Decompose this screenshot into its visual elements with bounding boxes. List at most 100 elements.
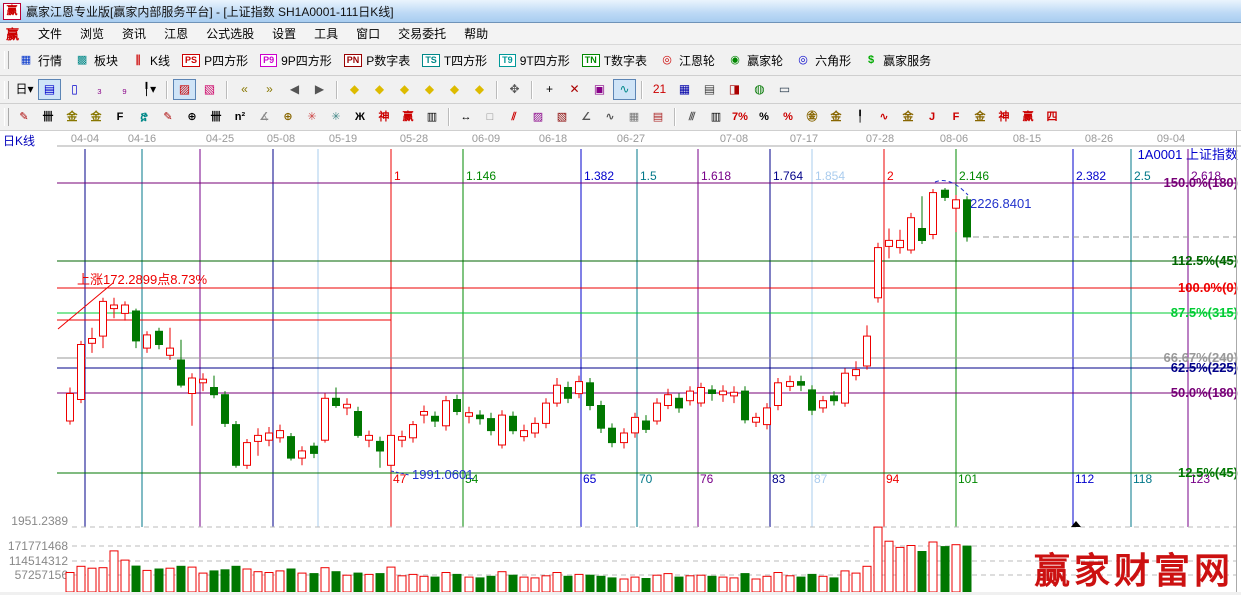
- volume-9-icon[interactable]: ₉: [113, 79, 136, 100]
- win-angle-icon[interactable]: 赢: [1017, 107, 1039, 127]
- time-ruler-icon[interactable]: 卌: [37, 107, 59, 127]
- win-grid-icon[interactable]: 赢: [397, 107, 419, 127]
- menu-item-7[interactable]: 窗口: [347, 25, 389, 43]
- toolbar-button-t-number-table[interactable]: TNT数字表: [577, 50, 652, 71]
- toolbar-button-t-square[interactable]: TST四方形: [417, 50, 492, 71]
- color-bars-icon[interactable]: ▧: [198, 79, 221, 100]
- toolbar-button-sectors[interactable]: ▩板块: [69, 50, 123, 71]
- gold-levels-icon[interactable]: 金: [825, 107, 847, 127]
- spiral-icon[interactable]: ፸: [133, 107, 155, 127]
- toolbar-button-9t-square[interactable]: T99T四方形: [494, 50, 575, 71]
- j-angle-icon[interactable]: J: [921, 107, 943, 127]
- ruler-123-icon[interactable]: ▥: [421, 107, 443, 127]
- gold-underline-icon[interactable]: 金: [897, 107, 919, 127]
- menu-item-2[interactable]: 资讯: [113, 25, 155, 43]
- toolbar-button-p-number-table[interactable]: PNP数字表: [339, 50, 416, 71]
- prev-bar-icon[interactable]: ◀: [283, 79, 306, 100]
- shen-grid-icon[interactable]: 神: [373, 107, 395, 127]
- circle-cross-icon[interactable]: ⊕: [277, 107, 299, 127]
- grid-tool-icon[interactable]: ▦: [623, 107, 645, 127]
- shrink-v-icon[interactable]: ◆: [468, 79, 491, 100]
- menu-item-1[interactable]: 浏览: [71, 25, 113, 43]
- volume-3-icon[interactable]: ₃: [88, 79, 111, 100]
- width-arrow-icon[interactable]: ↔: [455, 107, 477, 127]
- menu-item-6[interactable]: 工具: [305, 25, 347, 43]
- zoom-right-icon[interactable]: ◆: [368, 79, 391, 100]
- gann-circle-icon[interactable]: ⊕: [181, 107, 203, 127]
- wave-lines-icon[interactable]: ∿: [599, 107, 621, 127]
- web-link-icon[interactable]: ◍: [748, 79, 771, 100]
- menu-item-9[interactable]: 帮助: [455, 25, 497, 43]
- percent-icon[interactable]: %: [753, 107, 775, 127]
- star-grid-2-icon[interactable]: ✳: [325, 107, 347, 127]
- hand-drag-icon[interactable]: ✥: [503, 79, 526, 100]
- save-icon[interactable]: ◨: [723, 79, 746, 100]
- toolbar-button-9p-square[interactable]: P99P四方形: [255, 50, 337, 71]
- fan-box-2-icon[interactable]: ▧: [551, 107, 573, 127]
- zoom-left-icon[interactable]: ◆: [343, 79, 366, 100]
- a-wave-icon[interactable]: ∿: [873, 107, 895, 127]
- parallel-lines-icon[interactable]: ⫻: [681, 107, 703, 127]
- calculator-icon[interactable]: ▦: [673, 79, 696, 100]
- info-doc-icon[interactable]: ▯: [63, 79, 86, 100]
- toolbar-button-p-square[interactable]: PSP四方形: [177, 50, 253, 71]
- shrink-h-icon[interactable]: ◆: [418, 79, 441, 100]
- gann-tools-icon[interactable]: ∿: [613, 79, 636, 100]
- menu-item-0[interactable]: 文件: [29, 25, 71, 43]
- star-grid-1-icon[interactable]: ✳: [301, 107, 323, 127]
- angle-lines-icon[interactable]: ∠: [575, 107, 597, 127]
- expand-v-icon[interactable]: ◆: [443, 79, 466, 100]
- crosshair-icon[interactable]: +: [538, 79, 561, 100]
- toolbar-button-winner-service[interactable]: $赢家服务: [858, 50, 936, 71]
- last-bar-icon[interactable]: »: [258, 79, 281, 100]
- draw-tools-icon[interactable]: ▣: [588, 79, 611, 100]
- menu-item-3[interactable]: 江恩: [155, 25, 197, 43]
- svg-text:赢家财富网: 赢家财富网: [1034, 550, 1234, 591]
- fan-box-icon[interactable]: ▨: [527, 107, 549, 127]
- print-icon[interactable]: ▭: [773, 79, 796, 100]
- gold-grid-1-icon[interactable]: 金: [61, 107, 83, 127]
- four-angle-icon[interactable]: 四: [1041, 107, 1063, 127]
- svg-text:112.5%(45): 112.5%(45): [1172, 253, 1239, 268]
- toolbar-button-hexagon[interactable]: ◎六角形: [790, 50, 856, 71]
- toolbar-button-winner-wheel[interactable]: ◉赢家轮: [722, 50, 788, 71]
- notes-icon[interactable]: ▤: [698, 79, 721, 100]
- candle-pen-icon[interactable]: ╿: [849, 107, 871, 127]
- pattern-tool-icon[interactable]: ▨: [173, 79, 196, 100]
- percent-7-icon[interactable]: 7%: [729, 107, 751, 127]
- network-view-icon[interactable]: ▤: [38, 79, 61, 100]
- candle-style-dropdown-icon[interactable]: ╿▾: [138, 79, 161, 100]
- gold-grid-2-icon[interactable]: 金: [85, 107, 107, 127]
- menu-item-4[interactable]: 公式选股: [197, 25, 263, 43]
- gold-angle-icon[interactable]: 金: [969, 107, 991, 127]
- chart-area[interactable]: 日K线04-0404-1604-2505-0805-1905-2806-0906…: [0, 131, 1241, 592]
- next-bar-icon[interactable]: ▶: [308, 79, 331, 100]
- first-bar-icon[interactable]: «: [233, 79, 256, 100]
- fork-tool-icon[interactable]: Ж: [349, 107, 371, 127]
- n2-ruler-icon[interactable]: n²: [229, 107, 251, 127]
- menu-item-8[interactable]: 交易委托: [389, 25, 455, 43]
- expand-h-icon[interactable]: ◆: [393, 79, 416, 100]
- compass-pen-icon[interactable]: ✎: [13, 107, 35, 127]
- toolbar-button-quotes[interactable]: ▦行情: [13, 50, 67, 71]
- stat-bars-icon[interactable]: ▥: [705, 107, 727, 127]
- calendar-icon[interactable]: 21: [648, 79, 671, 100]
- compass-pen-2-icon[interactable]: ✎: [157, 107, 179, 127]
- percent-levels-icon[interactable]: %: [777, 107, 799, 127]
- gold-circle-icon[interactable]: ㊎: [801, 107, 823, 127]
- f-angle-icon[interactable]: F: [945, 107, 967, 127]
- angle-tool-icon[interactable]: ∡: [253, 107, 275, 127]
- fan-lines-icon[interactable]: ⫽: [503, 107, 525, 127]
- toolbar-button-kline[interactable]: ∥K线: [125, 50, 175, 71]
- period-day-dropdown-icon[interactable]: 日▾: [13, 79, 36, 100]
- f-grid-icon[interactable]: F: [109, 107, 131, 127]
- toolbar-button-gann-wheel[interactable]: ◎江恩轮: [654, 50, 720, 71]
- box-tool-icon[interactable]: □: [479, 107, 501, 127]
- menu-item-5[interactable]: 设置: [263, 25, 305, 43]
- kline-chart-canvas[interactable]: 日K线04-0404-1604-2505-0805-1905-2806-0906…: [0, 131, 1241, 592]
- shen-angle-icon[interactable]: 神: [993, 107, 1015, 127]
- hash-ruler-icon[interactable]: 卌: [205, 107, 227, 127]
- erase-line-icon[interactable]: ✕: [563, 79, 586, 100]
- svg-text:08-26: 08-26: [1085, 133, 1113, 145]
- grid-tool-2-icon[interactable]: ▤: [647, 107, 669, 127]
